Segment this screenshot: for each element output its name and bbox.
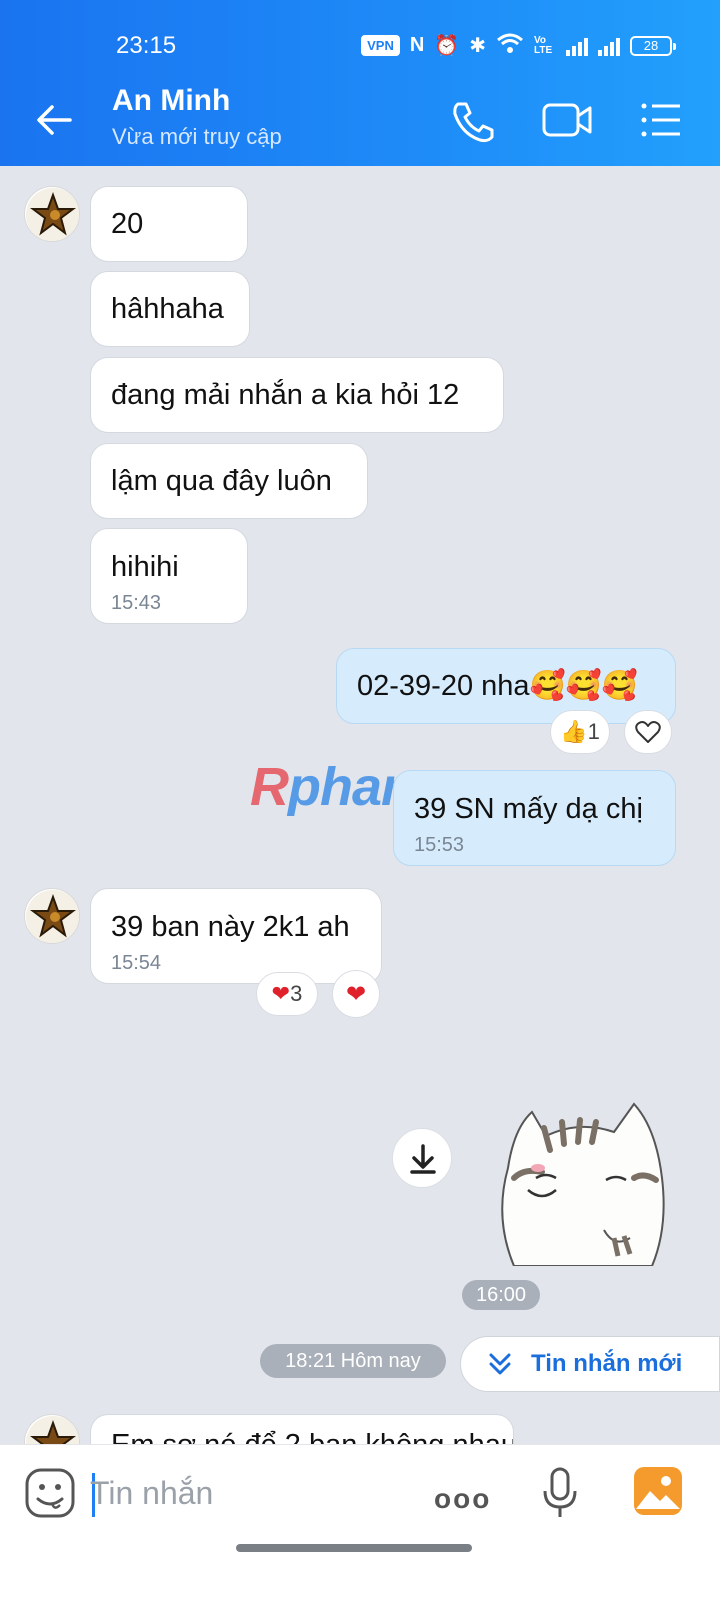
- more-options-icon[interactable]: ooo: [434, 1483, 491, 1515]
- contact-avatar[interactable]: [24, 186, 80, 242]
- status-bar: 23:15 VPN N ⏰ ✱ Vo LTE 28: [0, 0, 720, 72]
- heart-icon: ❤: [345, 980, 367, 1008]
- heart-icon: ❤: [271, 981, 291, 1006]
- home-gesture-bar[interactable]: [236, 1544, 472, 1552]
- contact-name[interactable]: An Minh: [112, 84, 230, 118]
- image-gallery-icon[interactable]: [632, 1465, 684, 1517]
- nfc-icon: N: [409, 34, 425, 56]
- microphone-icon[interactable]: [540, 1465, 580, 1521]
- back-arrow-icon[interactable]: [30, 96, 78, 144]
- download-button[interactable]: [392, 1128, 452, 1188]
- reaction-like[interactable]: 👍 1: [550, 710, 610, 754]
- add-reaction-heart[interactable]: ❤: [332, 970, 380, 1018]
- thumbs-up-icon: 👍: [560, 719, 588, 744]
- heart-outline-icon: [635, 721, 661, 743]
- phone-call-icon[interactable]: [446, 96, 502, 144]
- vpn-icon: VPN: [361, 35, 400, 56]
- volte-icon: Vo LTE: [534, 34, 553, 56]
- new-messages-button[interactable]: Tin nhắn mới: [460, 1336, 720, 1392]
- signal-icon-1: [566, 36, 588, 56]
- message-input[interactable]: Tin nhắn: [90, 1475, 213, 1512]
- signal-icon-2: [598, 36, 620, 56]
- message-bubble[interactable]: Em sợ nó để 2 bạn không nhau: [90, 1414, 514, 1444]
- contact-avatar[interactable]: [24, 1414, 80, 1444]
- message-bubble[interactable]: hâhhaha: [90, 271, 250, 347]
- download-icon: [410, 1144, 436, 1174]
- contact-status: Vừa mới truy cập: [112, 124, 282, 149]
- alarm-icon: ⏰: [434, 35, 460, 57]
- double-chevron-down-icon: [489, 1353, 511, 1375]
- sticker-time: 16:00: [462, 1280, 540, 1310]
- message-time: 15:54: [111, 952, 162, 974]
- date-divider: 18:21 Hôm nay: [260, 1344, 446, 1378]
- status-time: 23:15: [116, 32, 177, 59]
- battery-icon: 28: [630, 35, 676, 56]
- message-composer: Tin nhắn ooo: [0, 1444, 720, 1600]
- reaction-heart-count[interactable]: ❤ 3: [256, 972, 318, 1016]
- message-bubble[interactable]: hihihi 15:43: [90, 528, 248, 624]
- contact-avatar[interactable]: [24, 888, 80, 944]
- menu-list-icon[interactable]: [636, 96, 692, 144]
- cat-sticker[interactable]: [484, 1098, 674, 1266]
- message-bubble[interactable]: 20: [90, 186, 248, 262]
- app-header: 23:15 VPN N ⏰ ✱ Vo LTE 28 An Minh Vừa mớ…: [0, 0, 720, 166]
- message-bubble-outgoing[interactable]: 39 SN mấy dạ chị 15:53: [393, 770, 676, 866]
- bluetooth-icon: ✱: [469, 35, 486, 57]
- message-time: 15:53: [414, 834, 465, 856]
- message-bubble-outgoing[interactable]: 02-39-20 nha🥰🥰🥰: [336, 648, 676, 724]
- wifi-icon: [496, 32, 524, 59]
- status-icons: VPN N ⏰ ✱ Vo LTE 28: [361, 32, 676, 59]
- sticker-emoji-icon[interactable]: [24, 1467, 76, 1519]
- message-time: 15:43: [111, 592, 162, 614]
- message-bubble[interactable]: đang mải nhắn a kia hỏi 12: [90, 357, 504, 433]
- message-bubble[interactable]: lậm qua đây luôn: [90, 443, 368, 519]
- video-call-icon[interactable]: [540, 96, 596, 144]
- message-bubble[interactable]: 39 ban này 2k1 ah 15:54: [90, 888, 382, 984]
- add-reaction-heart[interactable]: [624, 710, 672, 754]
